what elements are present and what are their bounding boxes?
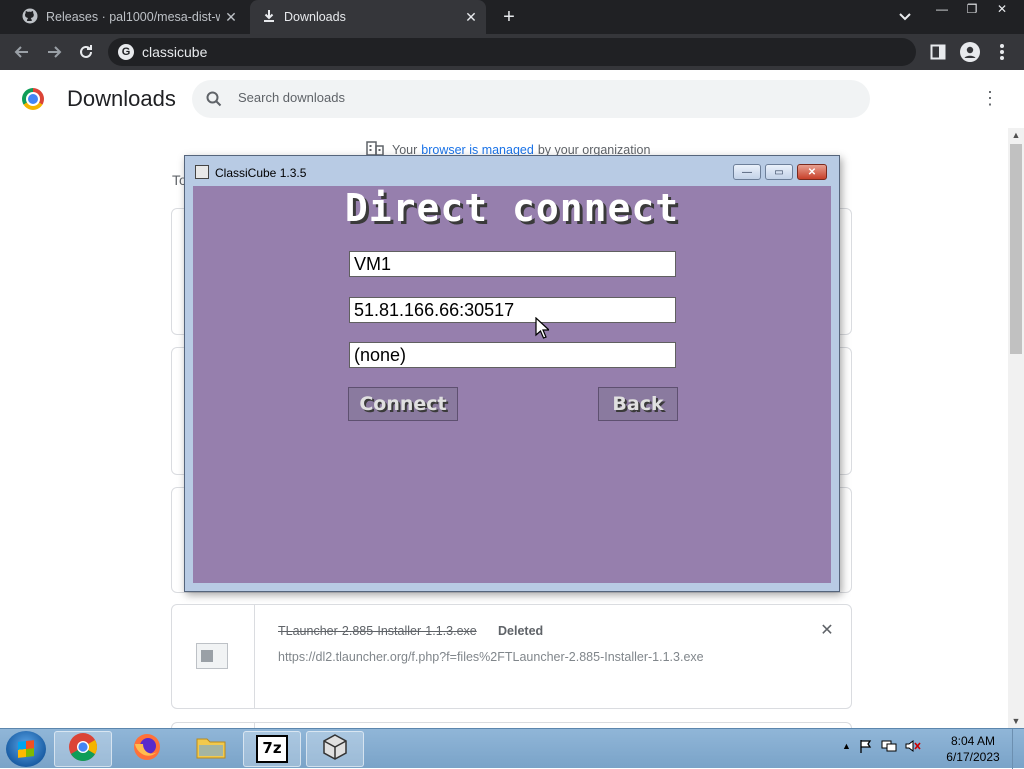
tab-title: Downloads bbox=[284, 10, 346, 24]
download-icon bbox=[262, 9, 276, 26]
classicube-window-controls: — ▭ ✕ bbox=[733, 164, 827, 180]
firefox-icon bbox=[132, 732, 162, 767]
page-title: Downloads bbox=[67, 86, 176, 111]
classicube-app-icon bbox=[195, 165, 209, 179]
google-icon: G bbox=[118, 44, 134, 60]
reload-icon[interactable] bbox=[74, 40, 98, 64]
download-card: TLauncher-2.885-Installer-1.1.3.exe Dele… bbox=[171, 604, 852, 709]
connect-button[interactable]: Connect bbox=[348, 387, 458, 421]
tab-releases[interactable]: Releases · pal1000/mesa-dist-win ✕ bbox=[8, 0, 246, 34]
scroll-down-arrow-icon[interactable]: ▼ bbox=[1008, 714, 1024, 728]
close-icon[interactable]: ✕ bbox=[460, 9, 482, 26]
file-url[interactable]: https://dl2.tlauncher.org/f.php?f=files%… bbox=[278, 650, 704, 664]
back-arrow-icon[interactable] bbox=[10, 40, 34, 64]
taskbar-classicube[interactable] bbox=[306, 731, 364, 767]
file-icon bbox=[196, 643, 228, 669]
taskbar-7zip[interactable]: 7z bbox=[243, 731, 301, 767]
tab-title: Releases · pal1000/mesa-dist-win bbox=[46, 10, 220, 24]
file-explorer-icon bbox=[195, 733, 227, 766]
scrollbar-thumb[interactable] bbox=[1010, 144, 1022, 354]
search-input[interactable] bbox=[236, 89, 840, 106]
direct-connect-screen: Direct connect Connect Back bbox=[193, 186, 831, 583]
taskbar-firefox[interactable] bbox=[118, 731, 176, 767]
system-tray: ▲ bbox=[842, 739, 921, 756]
start-button[interactable] bbox=[6, 731, 46, 767]
7zip-icon: 7z bbox=[256, 735, 288, 763]
address-text: classicube bbox=[142, 44, 208, 60]
side-panel-icon[interactable] bbox=[926, 40, 950, 64]
file-icon-column bbox=[172, 605, 255, 708]
file-name: TLauncher-2.885-Installer-1.1.3.exe bbox=[278, 624, 477, 638]
taskbar-file-explorer[interactable] bbox=[182, 731, 240, 767]
back-button[interactable]: Back bbox=[598, 387, 678, 421]
taskbar-chrome[interactable] bbox=[54, 731, 112, 767]
classicube-window: ClassiCube 1.3.5 — ▭ ✕ Direct connect Co… bbox=[184, 155, 840, 592]
chrome-icon bbox=[68, 732, 98, 767]
new-tab-button[interactable]: + bbox=[498, 6, 520, 28]
volume-muted-icon[interactable] bbox=[905, 739, 921, 756]
restore-button[interactable]: ▭ bbox=[765, 164, 793, 180]
show-desktop-button[interactable] bbox=[1012, 729, 1024, 769]
search-bar[interactable] bbox=[192, 80, 870, 118]
search-icon bbox=[206, 91, 222, 112]
classicube-icon bbox=[321, 733, 349, 766]
taskbar-clock[interactable]: 8:04 AM 6/17/2023 bbox=[938, 733, 1008, 765]
github-icon bbox=[22, 8, 38, 27]
chrome-logo-icon bbox=[22, 88, 44, 110]
network-icon[interactable] bbox=[881, 739, 897, 756]
close-icon[interactable]: ✕ bbox=[220, 9, 242, 26]
more-actions-icon[interactable]: ⋮ bbox=[980, 88, 1000, 108]
screen-heading: Direct connect bbox=[344, 186, 680, 230]
browser-tab-strip: Releases · pal1000/mesa-dist-win ✕ Downl… bbox=[0, 0, 1024, 34]
more-menu-icon[interactable] bbox=[990, 40, 1014, 64]
window-controls: — ❐ ✕ bbox=[927, 0, 1017, 18]
show-hidden-icons[interactable]: ▲ bbox=[842, 739, 851, 756]
address-bar[interactable]: G classicube bbox=[108, 38, 916, 66]
forward-arrow-icon[interactable] bbox=[42, 40, 66, 64]
browser-toolbar: G classicube bbox=[0, 34, 1024, 70]
close-window-button[interactable]: ✕ bbox=[987, 0, 1017, 18]
profile-icon[interactable] bbox=[958, 40, 982, 64]
chevron-down-icon[interactable] bbox=[896, 8, 914, 26]
clock-time: 8:04 AM bbox=[950, 734, 996, 748]
mppass-input[interactable] bbox=[349, 342, 676, 368]
scroll-up-arrow-icon[interactable]: ▲ bbox=[1008, 128, 1024, 142]
file-status: Deleted bbox=[498, 624, 544, 638]
tab-downloads[interactable]: Downloads ✕ bbox=[250, 0, 486, 34]
window-title: ClassiCube 1.3.5 bbox=[215, 166, 307, 180]
flag-icon[interactable] bbox=[859, 739, 873, 756]
classicube-titlebar[interactable]: ClassiCube 1.3.5 — ▭ ✕ bbox=[185, 156, 839, 186]
minimize-button[interactable]: — bbox=[927, 0, 957, 18]
remove-download-icon[interactable]: ✕ bbox=[817, 621, 837, 641]
page-scrollbar[interactable]: ▲ ▼ bbox=[1008, 128, 1024, 728]
clock-date: 6/17/2023 bbox=[946, 750, 1000, 764]
close-window-button[interactable]: ✕ bbox=[797, 164, 827, 180]
server-address-input[interactable] bbox=[349, 297, 676, 323]
username-input[interactable] bbox=[349, 251, 676, 277]
minimize-button[interactable]: — bbox=[733, 164, 761, 180]
taskbar: 7z ▲ 8:04 AM 6/17/2023 bbox=[0, 728, 1024, 769]
restore-button[interactable]: ❐ bbox=[957, 0, 987, 18]
